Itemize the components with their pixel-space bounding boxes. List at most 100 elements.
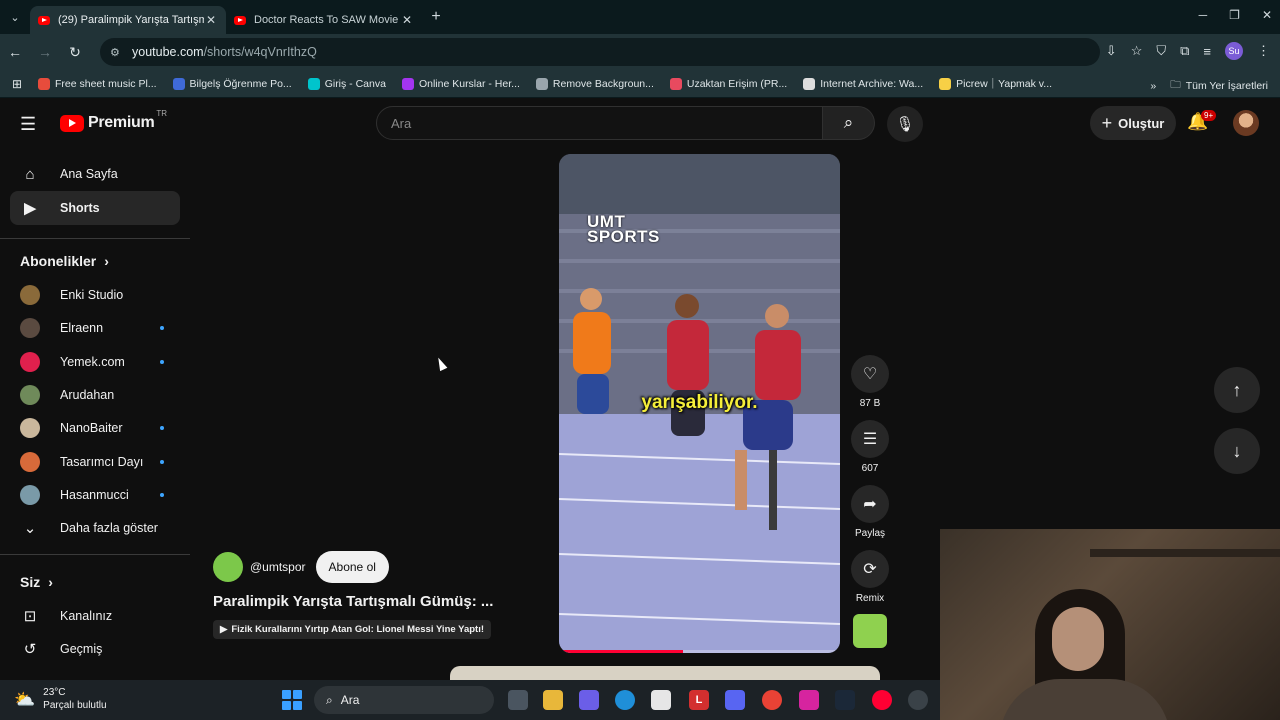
instagram-icon[interactable] xyxy=(799,690,819,710)
youtube-favicon-icon xyxy=(234,15,246,25)
comments-button[interactable]: ☰ xyxy=(851,420,889,458)
profile-avatar[interactable]: Su xyxy=(1225,42,1243,60)
sound-thumbnail[interactable] xyxy=(853,614,887,648)
more-bookmarks-icon[interactable]: » xyxy=(1150,80,1156,92)
bookmark-item[interactable]: Bilgelş Öğrenme Po... xyxy=(172,77,292,90)
you-heading[interactable]: Siz › xyxy=(20,574,53,590)
minimize-icon[interactable]: ─ xyxy=(1199,8,1208,22)
task-view-icon[interactable] xyxy=(508,690,528,710)
show-more-button[interactable]: ⌄ Daha fazla göster xyxy=(10,511,180,545)
like-button[interactable]: ♡ xyxy=(851,355,889,393)
sidebar-item-label: NanoBaiter xyxy=(60,421,123,436)
browser-tab-active[interactable]: (29) Paralimpik Yarışta Tartışmal ✕ xyxy=(30,6,226,34)
start-button[interactable] xyxy=(282,690,302,710)
browser-tab[interactable]: Doctor Reacts To SAW Movie ✕ xyxy=(226,6,422,34)
sidebar-item-label: Arudahan xyxy=(60,387,115,402)
bookmark-item[interactable]: Uzaktan Erişim (PR... xyxy=(669,77,787,90)
subscriptions-heading[interactable]: Abonelikler › xyxy=(20,253,109,269)
bookmark-favicon-icon xyxy=(535,77,548,90)
chrome-icon[interactable] xyxy=(762,690,782,710)
steam-icon[interactable] xyxy=(835,690,855,710)
taskbar-search-label: Ara xyxy=(340,693,360,707)
sidebar-item-subscription[interactable]: Arudahan xyxy=(10,378,180,412)
search-input[interactable]: Ara xyxy=(376,106,823,140)
bookmark-favicon-icon xyxy=(669,77,682,90)
plus-icon: + xyxy=(1101,112,1113,133)
channel-avatar xyxy=(20,351,40,372)
remix-button[interactable]: ⟳ xyxy=(851,550,889,588)
sidebar-divider xyxy=(0,554,190,555)
voice-search-button[interactable]: 🎙 xyxy=(887,106,923,142)
bookmark-item[interactable]: Giriş - Canva xyxy=(307,77,386,90)
shield-extension-icon[interactable]: ⛉ xyxy=(1156,43,1166,59)
edge-icon[interactable] xyxy=(615,690,635,710)
discord-icon[interactable] xyxy=(725,690,745,710)
sidebar-item-subscription[interactable]: Hasanmucci xyxy=(10,478,180,512)
sidebar-item-subscription[interactable]: Elraenn xyxy=(10,311,180,345)
reading-list-icon[interactable]: ≡ xyxy=(1203,44,1211,59)
menu-icon[interactable]: ☰ xyxy=(20,114,36,135)
related-video-chip[interactable]: ▶ Fizik Kurallarını Yırtıp Atan Gol: Lio… xyxy=(213,620,491,639)
all-bookmarks-folder[interactable]: 🗀 Tüm Yer İşaretleri xyxy=(1170,77,1268,95)
sidebar-item-shorts[interactable]: ▶ Shorts xyxy=(10,191,180,225)
shorts-video-player[interactable]: UMT SPORTS yarışabiliyor. xyxy=(559,154,840,653)
tab-title: (29) Paralimpik Yarışta Tartışmal xyxy=(58,14,204,26)
app-l-icon[interactable]: L xyxy=(689,690,709,710)
bookmark-star-icon[interactable]: ☆ xyxy=(1131,43,1143,59)
maximize-icon[interactable]: ❐ xyxy=(1229,8,1240,22)
share-button[interactable]: ➦ xyxy=(851,485,889,523)
sidebar-item-subscription[interactable]: Yemek.com xyxy=(10,345,180,379)
taskbar-search[interactable]: ⌕ Ara xyxy=(314,686,494,714)
channel-avatar[interactable] xyxy=(213,552,243,582)
bookmark-item[interactable]: Picrew｜Yapmak v... xyxy=(939,76,1052,91)
sidebar-item-label: Enki Studio xyxy=(60,288,124,302)
subscribe-button[interactable]: Abone ol xyxy=(315,551,389,583)
close-icon[interactable]: ✕ xyxy=(400,13,414,27)
install-icon[interactable]: ⇩ xyxy=(1106,43,1117,59)
short-title[interactable]: Paralimpik Yarışta Tartışmalı Gümüş: ... xyxy=(213,593,543,610)
arrow-up-icon: ↑ xyxy=(1232,379,1242,400)
bookmark-item[interactable]: Free sheet music Pl... xyxy=(38,77,157,90)
settings-icon[interactable] xyxy=(908,690,928,710)
address-bar[interactable]: ⚙ youtube.com/shorts/w4qVnrIthzQ xyxy=(100,38,1100,66)
extensions-icon[interactable]: ⧉ xyxy=(1180,43,1189,59)
file-explorer-icon[interactable] xyxy=(543,690,563,710)
reload-icon[interactable]: ↻ xyxy=(60,44,90,61)
sidebar-item-your-channel[interactable]: ⊡ Kanalınız xyxy=(10,599,180,633)
search-button[interactable]: ⌕ xyxy=(823,106,875,140)
bookmark-item[interactable]: Remove Backgroun... xyxy=(535,77,654,90)
apps-grid-icon[interactable]: ⊞ xyxy=(2,77,32,91)
next-short-button[interactable]: ↓ xyxy=(1214,428,1260,474)
create-button[interactable]: + Oluştur xyxy=(1090,106,1176,140)
sidebar-item-label: Shorts xyxy=(60,201,100,215)
weather-description: Parçalı bulutlu xyxy=(43,700,107,711)
close-icon[interactable]: ✕ xyxy=(204,13,218,27)
tab-search-icon[interactable]: ⌄ xyxy=(0,11,30,24)
account-avatar[interactable] xyxy=(1233,110,1259,136)
youtube-music-icon[interactable] xyxy=(872,690,892,710)
store-icon[interactable] xyxy=(651,690,671,710)
sidebar-item-subscription[interactable]: NanoBaiter xyxy=(10,411,180,445)
sidebar-item-home[interactable]: ⌂ Ana Sayfa xyxy=(10,157,180,191)
video-progress-fill xyxy=(559,650,683,653)
bookmark-item[interactable]: Internet Archive: Wa... xyxy=(803,77,923,90)
previous-short-button[interactable]: ↑ xyxy=(1214,367,1260,413)
browser-tabbar: ⌄ (29) Paralimpik Yarışta Tartışmal ✕ Do… xyxy=(0,0,1280,34)
sidebar-item-subscription[interactable]: Tasarımcı Dayı xyxy=(10,445,180,479)
sidebar-item-subscription[interactable]: Enki Studio xyxy=(10,278,180,312)
forward-icon[interactable]: → xyxy=(30,44,60,60)
copilot-icon[interactable] xyxy=(579,690,599,710)
youtube-premium-logo[interactable]: Premium TR xyxy=(60,109,167,132)
site-info-icon[interactable]: ⚙ xyxy=(110,46,124,59)
search-icon: ⌕ xyxy=(843,113,854,132)
sidebar-item-label: Geçmiş xyxy=(60,642,103,656)
channel-handle[interactable]: @umtspor xyxy=(250,560,306,574)
sidebar-item-history[interactable]: ↺ Geçmiş xyxy=(10,632,180,666)
close-window-icon[interactable]: ✕ xyxy=(1262,8,1272,22)
bookmark-item[interactable]: Online Kurslar - Her... xyxy=(401,77,520,90)
weather-widget[interactable]: ⛅ 23°C Parçalı bulutlu xyxy=(14,686,107,712)
more-menu-icon[interactable]: ⋮ xyxy=(1257,43,1270,59)
back-icon[interactable]: ← xyxy=(0,44,30,60)
new-content-dot xyxy=(160,459,164,464)
new-tab-button[interactable]: + xyxy=(422,8,450,26)
